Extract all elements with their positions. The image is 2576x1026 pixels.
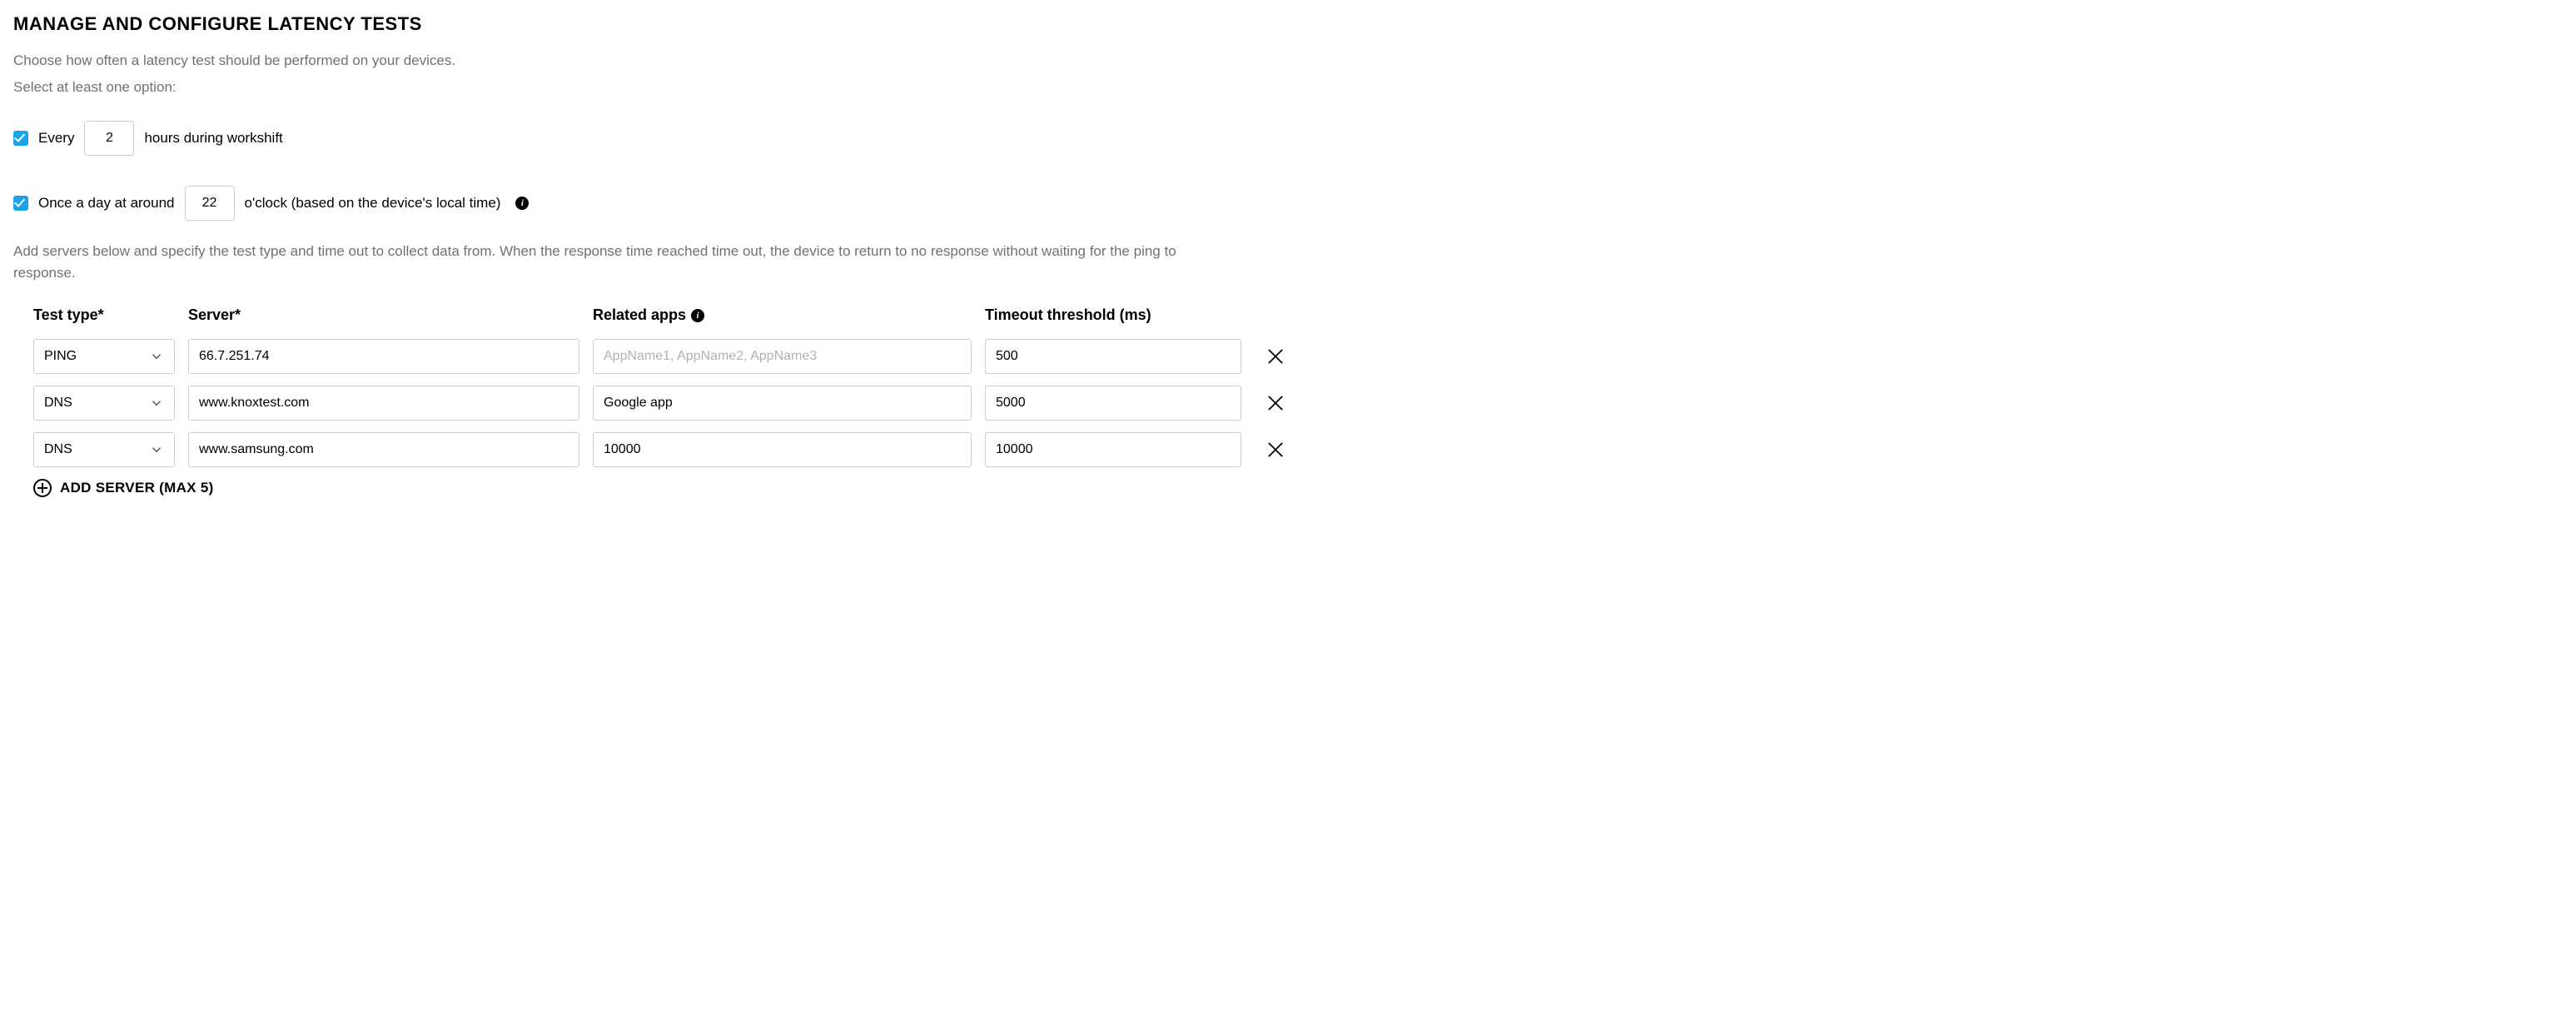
test-type-value: DNS (44, 442, 142, 457)
th-test-type: Test type* (33, 306, 175, 324)
option-once-daily: Once a day at around o'clock (based on t… (13, 186, 2563, 221)
page-title: MANAGE AND CONFIGURE LATENCY TESTS (13, 13, 2563, 35)
every-prefix: Every (38, 130, 74, 147)
chevron-down-icon (149, 442, 164, 457)
remove-row-button[interactable] (1264, 345, 1287, 368)
remove-row-button[interactable] (1264, 391, 1287, 415)
th-related-apps-label: Related apps (593, 306, 686, 324)
every-hours-input[interactable] (84, 121, 134, 156)
timeout-input[interactable] (985, 432, 1241, 467)
table-row: DNS (33, 386, 1295, 421)
daily-suffix: o'clock (based on the device's local tim… (245, 195, 501, 212)
th-related-apps: Related apps i (593, 306, 972, 324)
info-icon[interactable]: i (515, 197, 529, 210)
test-type-select[interactable]: DNS (33, 432, 175, 467)
related-apps-input[interactable] (593, 432, 972, 467)
chevron-down-icon (149, 396, 164, 411)
th-server: Server* (188, 306, 579, 324)
desc-line-1: Choose how often a latency test should b… (13, 50, 2563, 72)
table-row: PING (33, 339, 1295, 374)
add-server-button[interactable]: ADD SERVER (MAX 5) (33, 479, 214, 497)
timeout-input[interactable] (985, 386, 1241, 421)
server-input[interactable] (188, 386, 579, 421)
option-every-hours: Every hours during workshift (13, 121, 2563, 156)
daily-hour-input[interactable] (185, 186, 235, 221)
every-suffix: hours during workshift (144, 130, 282, 147)
once-daily-checkbox[interactable] (13, 196, 28, 211)
daily-prefix: Once a day at around (38, 195, 175, 212)
test-type-select[interactable]: PING (33, 339, 175, 374)
plus-circle-icon (33, 479, 52, 497)
desc-line-2: Select at least one option: (13, 77, 2563, 98)
test-type-value: PING (44, 349, 142, 364)
test-type-value: DNS (44, 396, 142, 411)
remove-row-button[interactable] (1264, 438, 1287, 461)
server-input[interactable] (188, 432, 579, 467)
add-server-label: ADD SERVER (MAX 5) (60, 480, 214, 496)
table-row: DNS (33, 432, 1295, 467)
frequency-description: Choose how often a latency test should b… (13, 50, 2563, 97)
test-type-select[interactable]: DNS (33, 386, 175, 421)
related-apps-input[interactable] (593, 339, 972, 374)
server-table-header: Test type* Server* Related apps i Timeou… (33, 306, 1295, 324)
related-apps-input[interactable] (593, 386, 972, 421)
chevron-down-icon (149, 349, 164, 364)
info-icon[interactable]: i (691, 309, 704, 322)
every-hours-checkbox[interactable] (13, 131, 28, 146)
servers-description: Add servers below and specify the test t… (13, 241, 1187, 283)
timeout-input[interactable] (985, 339, 1241, 374)
th-timeout: Timeout threshold (ms) (985, 306, 1241, 324)
server-input[interactable] (188, 339, 579, 374)
